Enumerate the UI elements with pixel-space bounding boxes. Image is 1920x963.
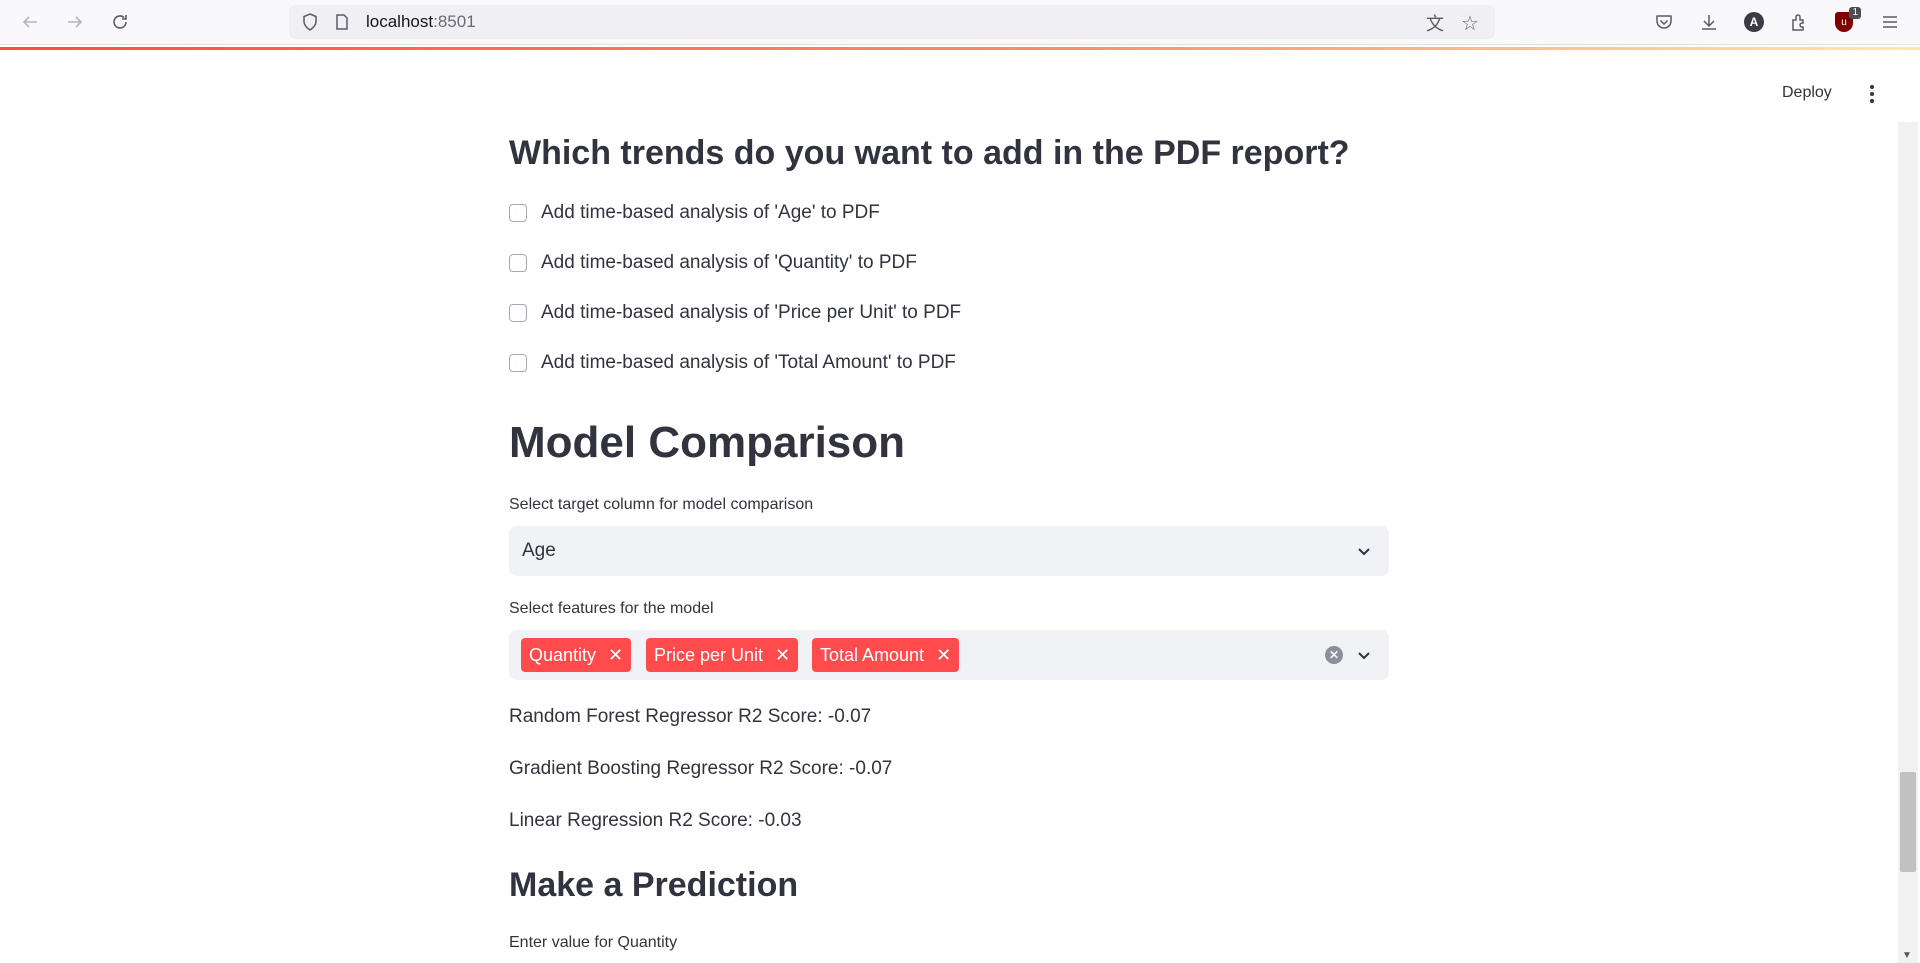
prediction-heading: Make a Prediction (509, 866, 799, 904)
feature-tag-quantity: Quantity ✕ (521, 638, 632, 672)
address-bar[interactable]: localhost:8501 文 ☆ (289, 5, 1495, 39)
chevron-down-icon[interactable] (1356, 647, 1372, 663)
main-menu-icon[interactable] (1862, 82, 1882, 106)
checkbox-label[interactable]: Add time-based analysis of 'Price per Un… (541, 302, 961, 324)
ublock-icon[interactable]: u1 (1831, 7, 1861, 35)
feature-tag-price-per-unit: Price per Unit ✕ (646, 638, 799, 672)
scrollbar-thumb[interactable] (1900, 772, 1916, 872)
remove-tag-icon[interactable]: ✕ (936, 645, 951, 666)
target-select-value: Age (522, 540, 556, 561)
tag-label: Quantity (529, 644, 597, 665)
trends-heading: Which trends do you want to add in the P… (509, 134, 1350, 172)
url-port: :8501 (433, 12, 476, 31)
checkbox-label[interactable]: Add time-based analysis of 'Age' to PDF (541, 202, 880, 224)
scroll-down-icon[interactable]: ▼ (1902, 950, 1912, 961)
account-icon[interactable]: A (1741, 9, 1767, 35)
remove-tag-icon[interactable]: ✕ (608, 645, 623, 666)
checkbox-label[interactable]: Add time-based analysis of 'Total Amount… (541, 352, 956, 374)
back-button[interactable] (15, 7, 45, 37)
checkbox-trend-age[interactable]: Add time-based analysis of 'Age' to PDF (509, 199, 880, 227)
reload-icon (113, 15, 127, 29)
account-initial: A (1744, 12, 1764, 32)
remove-tag-icon[interactable]: ✕ (775, 645, 790, 666)
checkbox-trend-total-amount[interactable]: Add time-based analysis of 'Total Amount… (509, 349, 956, 377)
checkbox-box[interactable] (509, 204, 527, 222)
result-gradient-boosting: Gradient Boosting Regressor R2 Score: -0… (509, 758, 893, 779)
extension-badge: 1 (1849, 7, 1861, 19)
extensions-icon[interactable] (1786, 9, 1812, 35)
forward-button[interactable] (60, 7, 90, 37)
menu-icon[interactable] (1877, 9, 1903, 35)
url-text[interactable]: localhost:8501 (366, 12, 476, 32)
page-info-icon[interactable] (333, 13, 351, 31)
model-comparison-heading: Model Comparison (509, 418, 906, 467)
checkbox-trend-quantity[interactable]: Add time-based analysis of 'Quantity' to… (509, 249, 917, 277)
target-column-select[interactable]: Age (509, 526, 1389, 576)
result-random-forest: Random Forest Regressor R2 Score: -0.07 (509, 706, 872, 727)
browser-toolbar: localhost:8501 文 ☆ A u1 (0, 0, 1920, 45)
download-icon[interactable] (1696, 9, 1722, 35)
checkbox-box[interactable] (509, 254, 527, 272)
features-select-label: Select features for the model (509, 600, 714, 617)
reload-button[interactable] (105, 7, 135, 37)
arrow-right-icon (68, 16, 83, 28)
arrow-left-icon (22, 16, 37, 28)
tag-label: Total Amount (820, 644, 925, 665)
quantity-input-label: Enter value for Quantity (509, 934, 678, 951)
clear-all-icon[interactable]: ✕ (1325, 646, 1343, 664)
bookmark-star-icon[interactable]: ☆ (1459, 12, 1481, 35)
page-scrollbar[interactable]: ▼ (1898, 122, 1918, 963)
checkbox-box[interactable] (509, 354, 527, 372)
feature-tag-total-amount: Total Amount ✕ (812, 638, 960, 672)
deploy-button[interactable]: Deploy (1770, 80, 1844, 106)
result-linear-regression: Linear Regression R2 Score: -0.03 (509, 810, 802, 831)
checkbox-trend-price-per-unit[interactable]: Add time-based analysis of 'Price per Un… (509, 299, 961, 327)
translate-icon[interactable]: 文 (1424, 12, 1446, 34)
checkbox-label[interactable]: Add time-based analysis of 'Quantity' to… (541, 252, 917, 274)
status-decoration-bar (0, 47, 1920, 50)
url-host: localhost (366, 12, 434, 31)
checkbox-box[interactable] (509, 304, 527, 322)
features-multiselect[interactable]: Quantity ✕ Price per Unit ✕ Total Amount… (509, 630, 1389, 680)
target-select-label: Select target column for model compariso… (509, 496, 814, 513)
shield-icon[interactable] (300, 12, 320, 32)
pocket-icon[interactable] (1651, 9, 1677, 35)
tag-label: Price per Unit (654, 644, 764, 665)
chevron-down-icon[interactable] (1356, 543, 1372, 559)
